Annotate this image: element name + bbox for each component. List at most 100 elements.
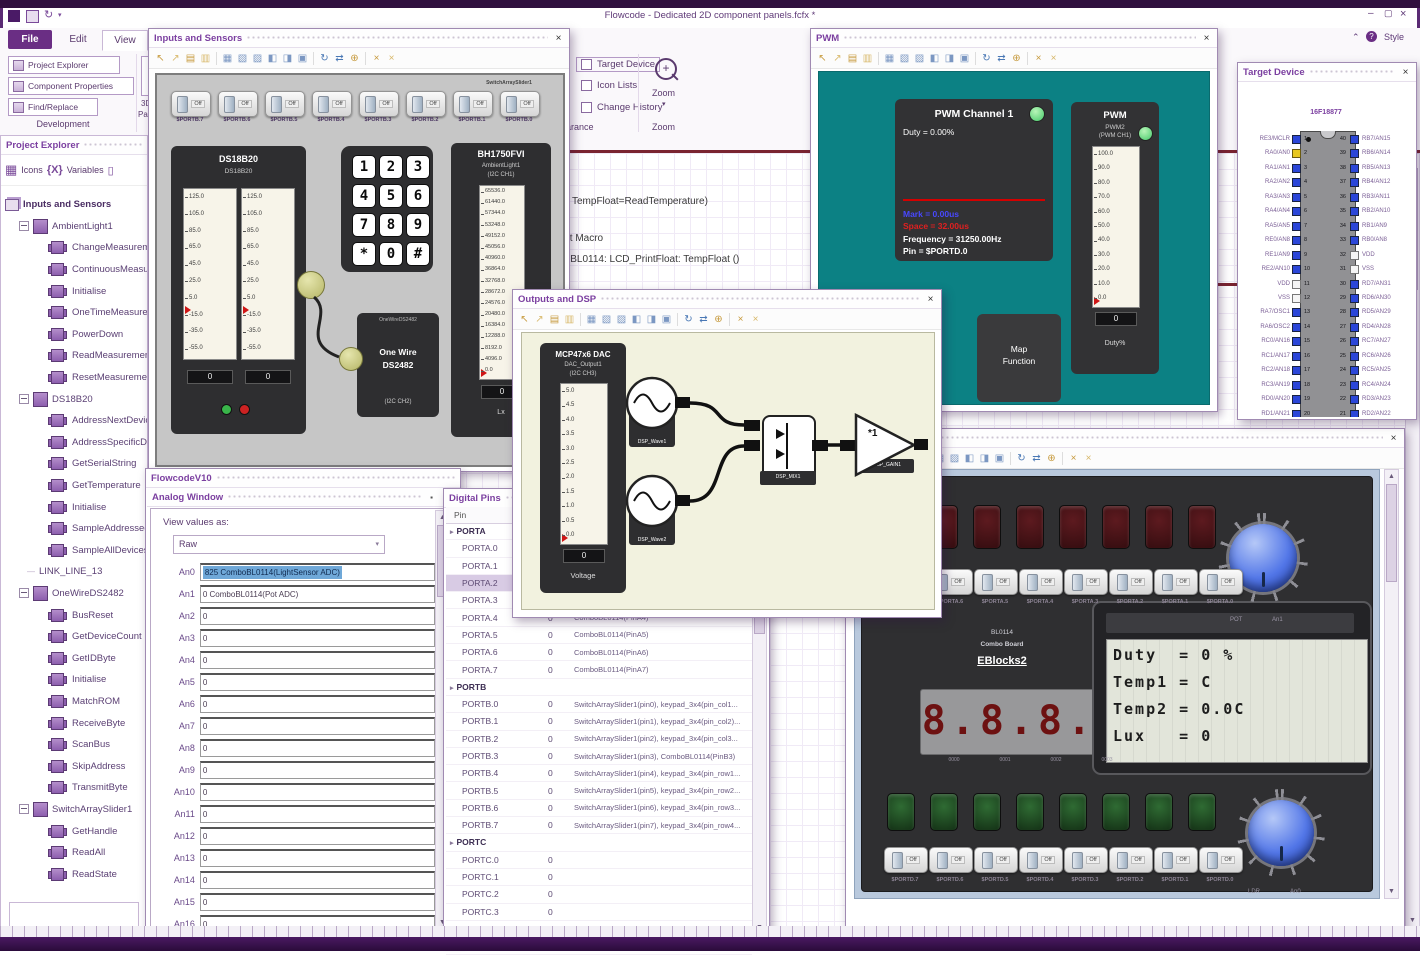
switch[interactable]: Off xyxy=(312,91,352,117)
expander-icon[interactable]: ▸ xyxy=(450,529,454,536)
keypad-key-*[interactable]: * xyxy=(352,242,376,266)
pin-row[interactable]: PORTA.5 0 ComboBL0114(PinA5) xyxy=(446,627,752,645)
close-icon[interactable]: × xyxy=(1400,67,1411,78)
outputs-dsp-window[interactable]: Outputs and DSP × ↖ ↗ ▤ ▥ ▦ ▧ ▨ ◧ ◨ ▣ ↻ ⇄ ⊕ × × MCP47x6… xyxy=(512,289,942,618)
switch-handle[interactable] xyxy=(937,851,949,869)
expander-icon[interactable] xyxy=(19,804,29,815)
tree-item[interactable]: GetTemperature xyxy=(1,475,147,497)
pin-pad[interactable] xyxy=(1350,380,1359,390)
zoom-button[interactable]: Zoom xyxy=(652,88,675,98)
tree-item[interactable]: TransmitByte xyxy=(1,777,147,799)
tree-item[interactable]: ResetMeasurement xyxy=(1,367,147,389)
tree-item[interactable]: ScanBus xyxy=(1,734,147,756)
expander-icon[interactable] xyxy=(19,221,29,232)
keypad-key-#[interactable]: # xyxy=(406,242,430,266)
pin-pad[interactable] xyxy=(1292,308,1301,318)
switch[interactable]: Off xyxy=(265,91,305,117)
card-icon[interactable]: ▣ xyxy=(660,313,673,326)
split-right-icon[interactable]: ◨ xyxy=(943,52,956,65)
scroll-up-icon[interactable]: ▲ xyxy=(1385,470,1398,483)
find-replace-button[interactable]: Find/Replace xyxy=(8,98,98,116)
paste-icon[interactable]: ▥ xyxy=(199,52,212,65)
switch-handle[interactable] xyxy=(1027,573,1039,591)
pin-row[interactable]: PORTB.2 0 SwitchArraySlider1(pin2), keypad… xyxy=(446,731,752,748)
card-icon[interactable]: ▣ xyxy=(958,52,971,65)
tab-icons-label[interactable]: Icons xyxy=(21,165,43,175)
pin-pad[interactable] xyxy=(1350,135,1359,144)
project-explorer-button[interactable]: Project Explorer xyxy=(8,56,120,74)
ds18b20-slider-1[interactable]: 125.0 105.0 85.0 65.0 45.0 25.0 5.0 -15.0 -35.0-… xyxy=(183,188,237,360)
pin-pad[interactable] xyxy=(1292,236,1301,246)
layout-icon[interactable]: ▦ xyxy=(883,52,896,65)
switch[interactable]: Off xyxy=(1019,847,1063,873)
pin-row[interactable]: PORTB.1 0 SwitchArraySlider1(pin1), keypad… xyxy=(446,713,752,731)
grid-icon[interactable]: ▦ xyxy=(5,162,17,178)
layout-icon[interactable]: ▦ xyxy=(221,52,234,65)
switch-handle[interactable] xyxy=(1117,573,1129,591)
analog-value-field[interactable]: 0 ComboBL0114(Pot ADC) xyxy=(199,585,435,603)
analog-value-field[interactable]: 0 xyxy=(199,805,435,823)
swap-icon[interactable]: ⇄ xyxy=(333,52,346,65)
add-icon[interactable]: ⊕ xyxy=(1010,52,1023,65)
analog-value-field[interactable]: 0 xyxy=(199,673,435,691)
keypad-key-2[interactable]: 2 xyxy=(379,155,403,179)
switch-handle[interactable] xyxy=(224,95,236,113)
close-button[interactable]: × xyxy=(1400,8,1406,20)
pin-pad[interactable] xyxy=(1292,409,1301,417)
tree-item[interactable]: AmbientLight1 xyxy=(1,216,147,238)
split-left-icon[interactable]: ◧ xyxy=(266,52,279,65)
tab-variables-label[interactable]: Variables xyxy=(67,165,104,175)
pin-pad[interactable] xyxy=(1292,366,1301,376)
pin-pad[interactable] xyxy=(1292,250,1301,260)
ds18b20-slider-2[interactable]: 125.0 105.0 85.0 65.0 45.0 25.0 5.0 -15.0 -35.0-… xyxy=(241,188,295,360)
switch-handle[interactable] xyxy=(365,95,377,113)
tree-item[interactable]: OneWireDS2482 xyxy=(1,583,147,605)
close-icon[interactable]: × xyxy=(1388,433,1399,444)
chart-icon[interactable]: ▨ xyxy=(913,52,926,65)
keypad-key-1[interactable]: 1 xyxy=(352,155,376,179)
pin-pad[interactable] xyxy=(1350,293,1359,303)
pin-pad[interactable] xyxy=(1292,380,1301,390)
component-properties-button[interactable]: Component Properties xyxy=(8,77,134,95)
tree-item[interactable]: ContinuousMeasurement xyxy=(1,259,147,281)
view-values-dropdown[interactable]: Raw ▾ xyxy=(173,535,385,554)
tree-item[interactable]: — LINK_LINE_13 xyxy=(1,561,147,583)
ldr-knob[interactable] xyxy=(1237,789,1325,877)
switch[interactable]: Off xyxy=(500,91,540,117)
tree-item[interactable]: Initialise xyxy=(1,669,147,691)
analog-value-field[interactable]: 0 xyxy=(199,739,435,757)
split-right-icon[interactable]: ◨ xyxy=(645,313,658,326)
pin-pad[interactable] xyxy=(1350,236,1359,246)
switch[interactable]: Off xyxy=(1154,847,1198,873)
split-left-icon[interactable]: ◧ xyxy=(928,52,941,65)
copy-icon[interactable]: ▤ xyxy=(846,52,859,65)
switch-handle[interactable] xyxy=(1072,851,1084,869)
add-icon[interactable]: ⊕ xyxy=(348,52,361,65)
analog-value-field[interactable]: 0 xyxy=(199,783,435,801)
pin-pad[interactable] xyxy=(1292,192,1301,202)
switch-handle[interactable] xyxy=(271,95,283,113)
tree-item[interactable]: SwitchArraySlider1 xyxy=(1,799,147,821)
tree-item[interactable]: ReceiveByte xyxy=(1,712,147,734)
switch[interactable]: Off xyxy=(1154,569,1198,595)
split-right-icon[interactable]: ◨ xyxy=(978,452,991,465)
pin-pad[interactable] xyxy=(1350,351,1359,361)
check-icon-lists[interactable]: Icon Lists xyxy=(581,80,637,91)
collapse-ribbon-icon[interactable]: ⌃ xyxy=(1352,32,1360,43)
add-icon[interactable]: ⊕ xyxy=(1045,452,1058,465)
refresh-icon[interactable]: ↻ xyxy=(1015,452,1028,465)
pin-pad[interactable] xyxy=(1350,409,1359,417)
pin-pad[interactable] xyxy=(1350,192,1359,202)
switch[interactable]: Off xyxy=(1199,569,1243,595)
switch-handle[interactable] xyxy=(1207,851,1219,869)
pin-pad[interactable] xyxy=(1350,163,1359,173)
lasso-icon[interactable]: ↗ xyxy=(831,52,844,65)
switch-handle[interactable] xyxy=(459,95,471,113)
analog-value-field[interactable]: 0 xyxy=(199,827,435,845)
refresh-icon[interactable]: ↻ xyxy=(318,52,331,65)
pin-row[interactable]: PORTC.2 0 xyxy=(446,886,752,904)
grid-icon[interactable]: ▧ xyxy=(898,52,911,65)
tab-view[interactable]: View xyxy=(102,30,148,51)
keypad-key-3[interactable]: 3 xyxy=(406,155,430,179)
switch-handle[interactable] xyxy=(1117,851,1129,869)
